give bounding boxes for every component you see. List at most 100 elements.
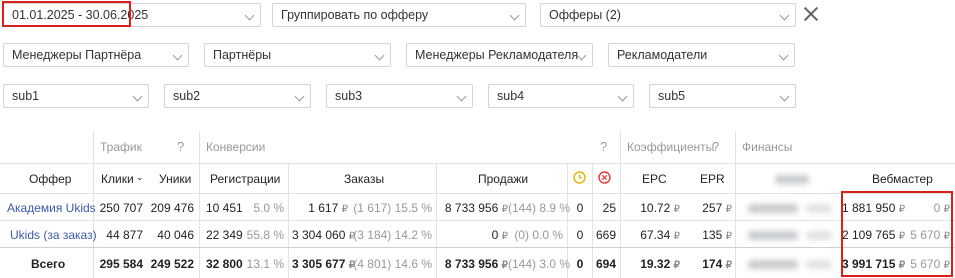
sales-extra: (144) 8.9 % [508, 201, 571, 215]
redacted-value [806, 231, 832, 240]
divider [0, 220, 955, 221]
col-clicks[interactable]: Клики [101, 172, 134, 186]
currency-sign: ₽ [725, 204, 732, 215]
uniques-value: 209 476 [150, 201, 194, 215]
total-label: Всего [31, 257, 66, 271]
currency-sign: ₽ [341, 204, 348, 215]
offer-link[interactable]: Академия Ukids [7, 201, 96, 215]
sub2-select[interactable]: sub2 [164, 84, 311, 108]
advertiser-managers-label: Менеджеры Рекламодателя [415, 48, 579, 62]
epc-value: 10.72 ₽ [624, 201, 680, 217]
col-orders[interactable]: Заказы [344, 172, 384, 186]
col-registrations[interactable]: Регистрации [210, 172, 280, 186]
pending-count: 0 [576, 228, 584, 242]
offers-select[interactable]: Офферы (2) [540, 3, 796, 27]
total-sales: 8 733 956 ₽ [440, 257, 508, 273]
redacted-value [806, 260, 832, 269]
period-highlight [2, 1, 131, 27]
group-by-select[interactable]: Группировать по офферу [272, 3, 526, 27]
rejected-count: 669 [595, 228, 616, 242]
col-epc[interactable]: EPC [642, 172, 667, 186]
total-uniques: 249 522 [150, 257, 194, 271]
sub4-label: sub4 [497, 89, 525, 103]
divider [0, 163, 955, 164]
sales-value: 0 ₽ [440, 228, 508, 244]
chevron-down-icon [779, 91, 790, 102]
traffic-help-icon[interactable]: ? [177, 139, 184, 154]
total-sales-amount: 8 733 956 [444, 257, 499, 271]
orders-amount: 3 304 060 [292, 228, 346, 242]
advertisers-select[interactable]: Рекламодатели [608, 43, 795, 67]
epr-value: 135 ₽ [684, 228, 732, 244]
col-sales[interactable]: Продажи [478, 172, 528, 186]
chevron-down-icon [778, 50, 789, 61]
col-epr[interactable]: EPR [700, 172, 725, 186]
total-epc-amount: 19.32 [640, 257, 671, 271]
partner-managers-label: Менеджеры Партнёра [12, 48, 142, 62]
divider [0, 193, 955, 194]
sort-desc-icon[interactable]: ⌄ [136, 170, 144, 184]
currency-sign: ₽ [673, 260, 680, 271]
partner-managers-select[interactable]: Менеджеры Партнёра [3, 43, 189, 67]
chevron-down-icon [617, 91, 628, 102]
clicks-value: 250 707 [99, 201, 143, 215]
sub3-label: sub3 [335, 89, 363, 103]
reg-value: 22 349 [206, 228, 243, 242]
total-rejected: 694 [595, 257, 616, 271]
epr-amount: 135 [702, 228, 723, 242]
advertiser-managers-select[interactable]: Менеджеры Рекламодателя [406, 43, 593, 67]
conversions-help-icon[interactable]: ? [600, 139, 607, 154]
sales-extra: (0) 0.0 % [514, 228, 563, 242]
sub4-select[interactable]: sub4 [488, 84, 634, 108]
sub1-select[interactable]: sub1 [3, 84, 149, 108]
sub1-label: sub1 [12, 89, 40, 103]
col-offer[interactable]: Оффер [29, 172, 71, 186]
offers-label: Офферы [549, 8, 603, 22]
chevron-down-icon [779, 10, 790, 21]
partners-select[interactable]: Партнёры [204, 43, 391, 67]
col-webmaster[interactable]: Вебмастер [872, 172, 933, 186]
epc-amount: 10.72 [640, 201, 671, 215]
total-orders-amount: 3 305 677 [292, 257, 346, 271]
offers-count: (2) [605, 8, 621, 22]
total-epc: 19.32 ₽ [624, 257, 680, 273]
chevron-down-icon [294, 91, 305, 102]
offer-link[interactable]: Ukids (за заказ) [10, 228, 97, 242]
total-reg: 32 800 [206, 257, 243, 271]
total-clicks: 295 584 [99, 257, 143, 271]
sub3-select[interactable]: sub3 [326, 84, 473, 108]
group-conversions: Конверсии [206, 140, 266, 154]
currency-sign: ₽ [725, 231, 732, 242]
clear-offers-icon[interactable] [802, 5, 820, 23]
sub2-label: sub2 [173, 89, 201, 103]
group-finance: Финансы [742, 140, 793, 154]
divider [735, 131, 736, 278]
sales-amount: 0 [491, 228, 499, 242]
total-sales-extra: (144) 3.0 % [508, 257, 571, 271]
rejected-x-icon [598, 171, 611, 184]
col-uniques[interactable]: Уники [159, 172, 191, 186]
chevron-down-icon [509, 10, 520, 21]
rejected-count: 25 [602, 201, 616, 215]
group-by-value: Группировать по офферу [281, 8, 429, 22]
partners-label: Партнёры [213, 48, 272, 62]
total-reg-percent: 13.1 % [246, 257, 284, 271]
reg-percent: 5.0 % [253, 201, 284, 215]
sales-value: 8 733 956 ₽ [440, 201, 508, 217]
divider [620, 131, 621, 278]
epc-amount: 67.34 [640, 228, 671, 242]
total-epr: 174 ₽ [684, 257, 732, 273]
coefficients-help-icon[interactable]: ? [712, 139, 719, 154]
divider [0, 247, 955, 248]
advertisers-label: Рекламодатели [617, 48, 708, 62]
redacted-header [775, 175, 809, 184]
orders-value: 1 617 ₽ [292, 201, 348, 217]
total-orders-extra: (4 801) 14.6 % [353, 257, 432, 271]
sub5-select[interactable]: sub5 [649, 84, 796, 108]
webmaster-highlight [841, 191, 953, 277]
redacted-value [806, 204, 832, 213]
currency-sign: ₽ [673, 231, 680, 242]
orders-amount: 1 617 [308, 201, 339, 215]
pending-count: 0 [576, 201, 584, 215]
currency-sign: ₽ [725, 260, 732, 271]
